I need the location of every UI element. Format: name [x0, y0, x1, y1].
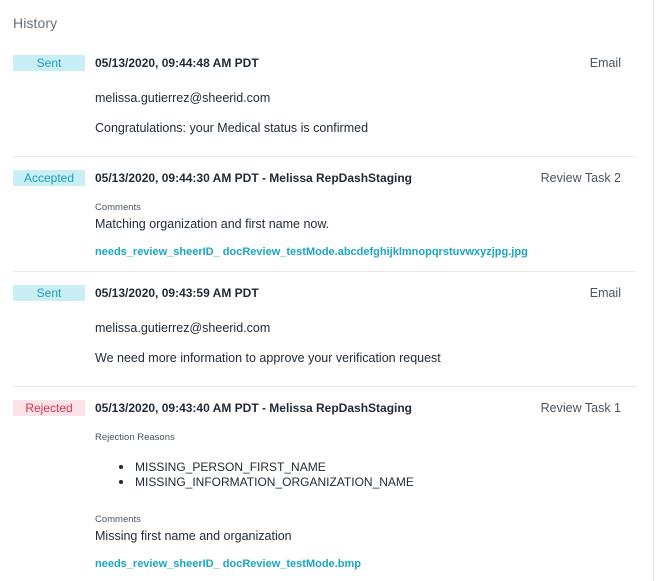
rejection-reason-text: MISSING_INFORMATION_ORGANIZATION_NAME	[135, 475, 414, 489]
rejection-reasons-list: MISSING_PERSON_FIRST_NAME MISSING_INFORM…	[117, 460, 414, 490]
comments-label: Comments	[95, 514, 141, 525]
email-recipient: melissa.gutierrez@sheerid.com	[95, 91, 271, 105]
history-entry-accepted-review: Accepted 05/13/2020, 09:44:30 AM PDT - M…	[0, 170, 636, 272]
status-badge-sent: Sent	[13, 55, 85, 71]
entry-timestamp: 05/13/2020, 09:44:48 AM PDT	[95, 56, 259, 70]
rejection-reasons-label: Rejection Reasons	[95, 432, 175, 443]
entry-divider	[13, 386, 636, 387]
history-entry-sent-email-2: Sent 05/13/2020, 09:43:59 AM PDT Email m…	[0, 285, 636, 387]
review-comment: Matching organization and first name now…	[95, 217, 330, 231]
history-entry-rejected-review: Rejected 05/13/2020, 09:43:40 AM PDT - M…	[0, 400, 636, 581]
history-entry-sent-email-1: Sent 05/13/2020, 09:44:48 AM PDT Email m…	[0, 55, 636, 157]
rejection-reason-item: MISSING_INFORMATION_ORGANIZATION_NAME	[117, 475, 414, 490]
entry-type: Review Task 1	[540, 401, 621, 415]
document-file-link[interactable]: needs_review_sheerID_ docReview_testMode…	[95, 558, 361, 570]
entry-timestamp: 05/13/2020, 09:43:59 AM PDT	[95, 286, 259, 300]
bullet-icon	[119, 480, 123, 484]
rejection-reason-text: MISSING_PERSON_FIRST_NAME	[135, 460, 326, 474]
status-badge-accepted: Accepted	[13, 170, 85, 186]
entry-timestamp: 05/13/2020, 09:44:30 AM PDT - Melissa Re…	[95, 171, 413, 185]
panel-right-border	[653, 0, 654, 581]
entry-divider	[13, 156, 636, 157]
entry-timestamp: 05/13/2020, 09:43:40 AM PDT - Melissa Re…	[95, 401, 413, 415]
entry-divider	[13, 271, 636, 272]
comments-label: Comments	[95, 202, 141, 213]
document-file-link[interactable]: needs_review_sheerID_ docReview_testMode…	[95, 246, 528, 258]
entry-type: Email	[589, 286, 621, 300]
rejection-reason-item: MISSING_PERSON_FIRST_NAME	[117, 460, 414, 475]
bullet-icon	[119, 465, 123, 469]
review-comment: Missing first name and organization	[95, 529, 292, 543]
entry-type: Email	[589, 56, 621, 70]
email-recipient: melissa.gutierrez@sheerid.com	[95, 321, 271, 335]
history-title: History	[13, 15, 58, 31]
entry-type: Review Task 2	[540, 171, 621, 185]
status-badge-sent: Sent	[13, 285, 85, 301]
email-message: Congratulations: your Medical status is …	[95, 121, 369, 135]
email-message: We need more information to approve your…	[95, 351, 441, 365]
status-badge-rejected: Rejected	[13, 400, 85, 416]
